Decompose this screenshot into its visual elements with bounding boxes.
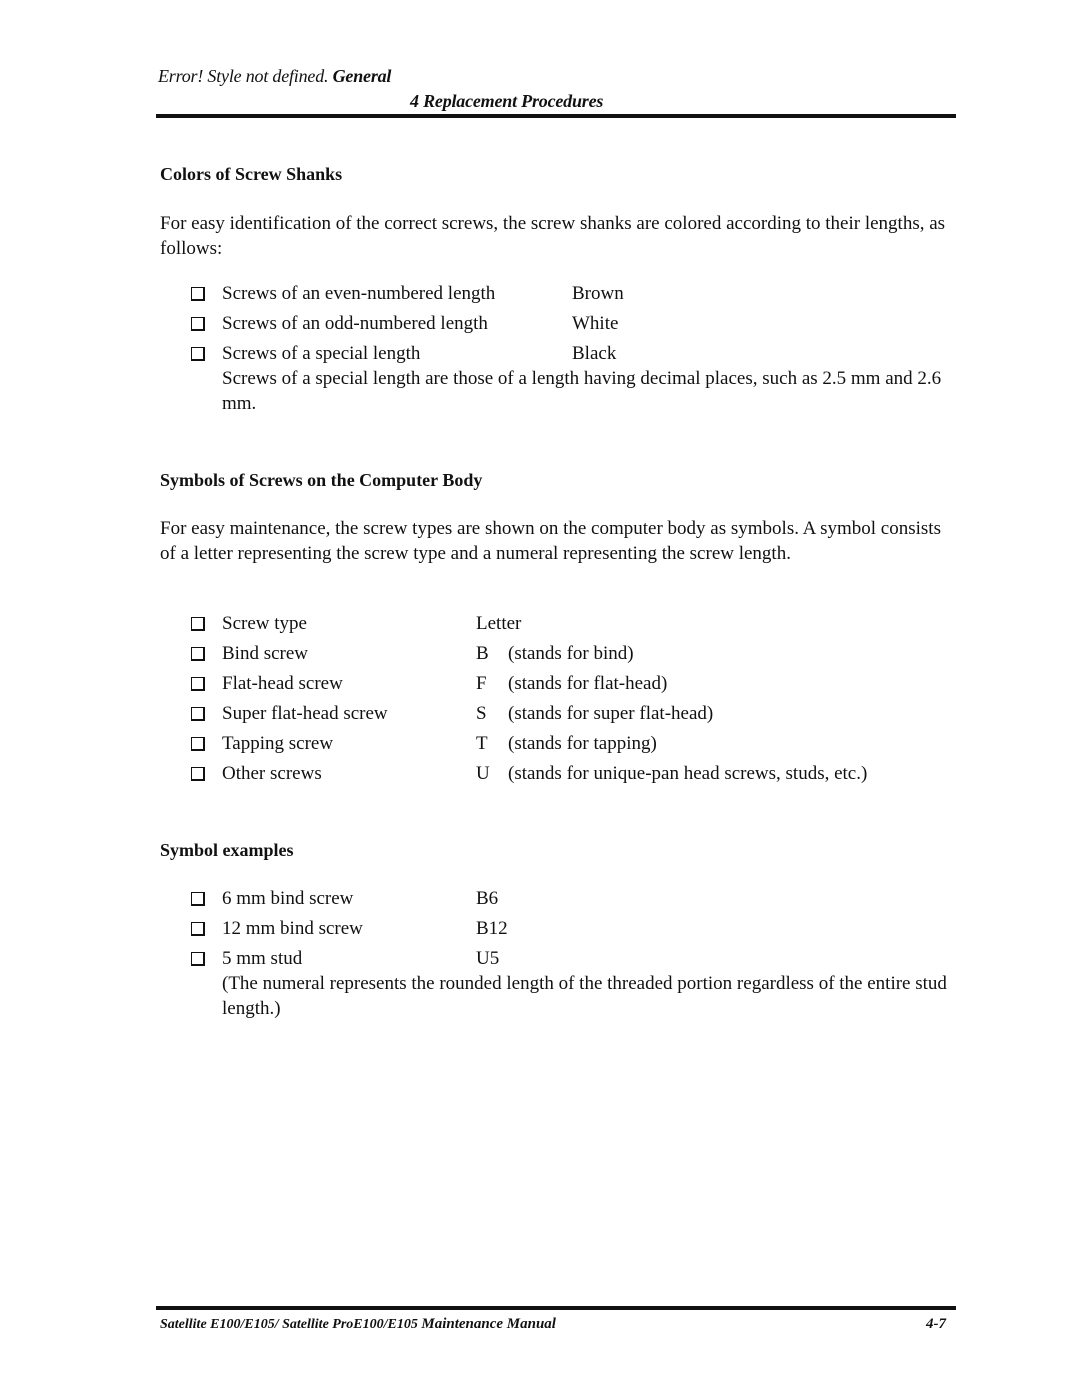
- section-heading-examples: Symbol examples: [160, 840, 294, 860]
- checkbox-bullet-icon: [191, 737, 205, 751]
- colors-intro-paragraph: For easy identification of the correct s…: [160, 213, 946, 259]
- checkbox-bullet-icon: [191, 347, 205, 361]
- list-item-symbol: U5: [476, 948, 500, 969]
- list-item-letter: S: [476, 703, 487, 724]
- footer-model-text: Satellite E100/E105/ Satellite ProE100/E…: [160, 1317, 418, 1332]
- list-item-letter: B: [476, 643, 489, 664]
- checkbox-bullet-icon: [191, 647, 205, 661]
- list-item-label: Screw type: [222, 613, 307, 634]
- list-item-label: 6 mm bind screw: [222, 888, 354, 909]
- special-length-note: Screws of a special length are those of …: [222, 368, 942, 414]
- checkbox-bullet-icon: [191, 677, 205, 691]
- list-item-label: Flat-head screw: [222, 673, 343, 694]
- list-item-description: (stands for flat-head): [508, 673, 668, 694]
- checkbox-bullet-icon: [191, 892, 205, 906]
- list-item-value: White: [572, 313, 619, 334]
- list-item-label: 12 mm bind screw: [222, 918, 363, 939]
- checkbox-bullet-icon: [191, 767, 205, 781]
- list-item-letter: T: [476, 733, 488, 754]
- checkbox-bullet-icon: [191, 317, 205, 331]
- header-divider: [156, 114, 956, 118]
- list-item-value: Brown: [572, 283, 624, 304]
- list-item-label: Bind screw: [222, 643, 309, 664]
- examples-note: (The numeral represents the rounded leng…: [222, 973, 947, 1019]
- footer-divider: [156, 1306, 956, 1310]
- list-item-description: (stands for bind): [508, 643, 634, 664]
- list-item-description: (stands for tapping): [508, 733, 657, 754]
- list-item-value: Black: [572, 343, 617, 364]
- section-heading-colors: Colors of Screw Shanks: [160, 164, 343, 184]
- list-item-description: (stands for unique-pan head screws, stud…: [508, 763, 868, 784]
- list-item-letter: U: [476, 763, 490, 784]
- list-item-label: Screws of an even-numbered length: [222, 283, 496, 304]
- list-item-label: Tapping screw: [222, 733, 334, 754]
- list-item-label: Other screws: [222, 763, 322, 784]
- header-chapter: Error! Style not defined. General: [158, 66, 391, 87]
- list-item-letter: Letter: [476, 613, 522, 634]
- footer-manual-text: Maintenance Manual: [421, 1316, 556, 1332]
- section-heading-symbols: Symbols of Screws on the Computer Body: [160, 470, 483, 490]
- footer-manual-title: Satellite E100/E105/ Satellite ProE100/E…: [160, 1316, 556, 1333]
- page-number: 4-7: [926, 1316, 946, 1332]
- checkbox-bullet-icon: [191, 617, 205, 631]
- list-item-label: 5 mm stud: [222, 948, 303, 969]
- list-item-symbol: B12: [476, 918, 508, 939]
- list-item-label: Screws of an odd-numbered length: [222, 313, 488, 334]
- checkbox-bullet-icon: [191, 952, 205, 966]
- header-chapter-word: General: [332, 66, 392, 86]
- checkbox-bullet-icon: [191, 287, 205, 301]
- checkbox-bullet-icon: [191, 707, 205, 721]
- list-item-letter: F: [476, 673, 487, 694]
- symbols-intro-paragraph: For easy maintenance, the screw types ar…: [160, 518, 941, 564]
- header-error-text: Error! Style not defined.: [158, 66, 329, 86]
- checkbox-bullet-icon: [191, 922, 205, 936]
- header-section-title: 4 Replacement Procedures: [410, 91, 604, 111]
- document-page: Error! Style not defined. General 4 Repl…: [0, 0, 1080, 1397]
- list-item-description: (stands for super flat-head): [508, 703, 714, 724]
- list-item-label: Super flat-head screw: [222, 703, 388, 724]
- list-item-label: Screws of a special length: [222, 343, 421, 364]
- list-item-symbol: B6: [476, 888, 499, 909]
